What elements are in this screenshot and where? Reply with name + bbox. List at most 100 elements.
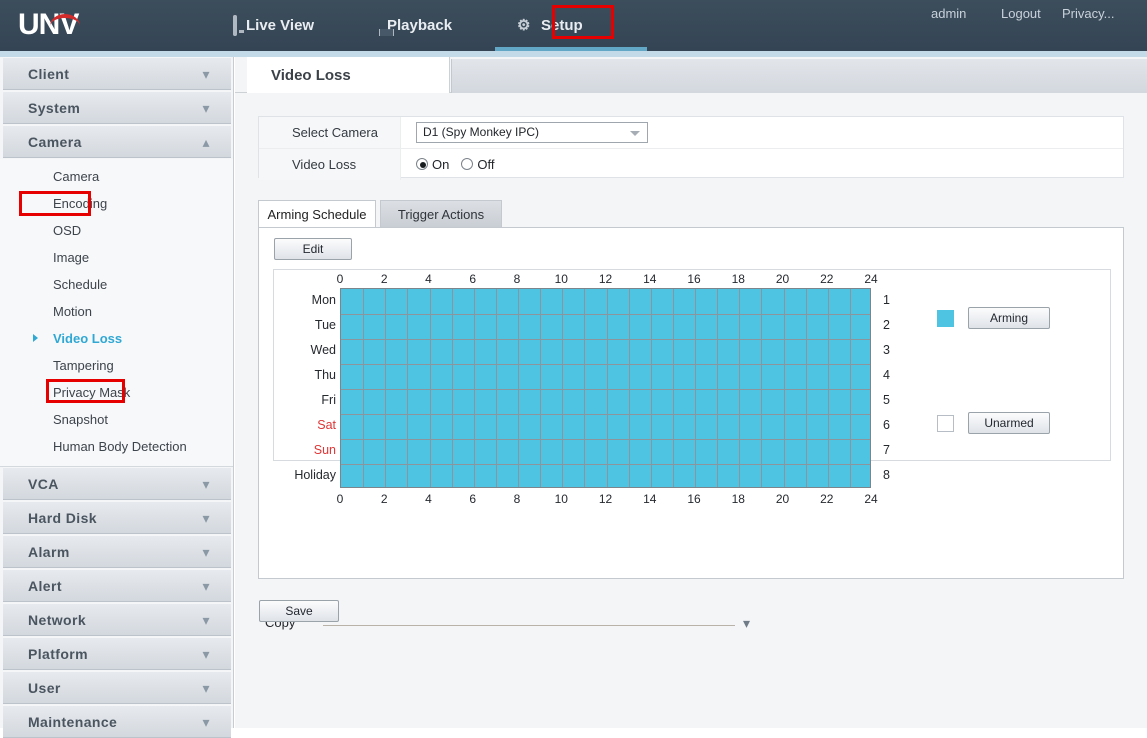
nav-setup[interactable]: ⚙ Setup <box>517 0 583 51</box>
nav-live-view[interactable]: Live View <box>233 0 314 51</box>
sidebar-group-platform-label: Platform <box>28 645 88 662</box>
schedule-hour-label: 6 <box>469 272 477 286</box>
nav-playback[interactable]: Playback <box>378 0 452 51</box>
sidebar-group-hard-disk[interactable]: Hard Disk ▾ <box>3 501 231 534</box>
schedule-hour-label: 16 <box>687 272 701 286</box>
grid-line-vertical <box>562 289 564 487</box>
sidebar-group-system[interactable]: System ▾ <box>3 91 231 124</box>
grid-line-vertical <box>628 289 630 487</box>
arming-schedule-panel: Edit 0 2 4 6 8 10 12 14 16 18 20 22 24 Mon Tue Wed Thu F… <box>258 227 1124 579</box>
schedule-grid[interactable] <box>340 288 871 488</box>
schedule-row-number: 8 <box>883 468 890 482</box>
chevron-down-icon: ▾ <box>202 100 210 116</box>
save-button-label: Save <box>285 604 313 618</box>
radio-on-icon <box>416 158 428 170</box>
legend-button-arming[interactable]: Arming <box>968 307 1050 329</box>
tab-strip-filler <box>451 59 1147 93</box>
select-camera-selected-value: D1 (Spy Monkey IPC) <box>423 125 540 139</box>
copy-row: Copy ▾ <box>265 615 965 635</box>
chevron-down-icon: ▾ <box>202 578 210 594</box>
sidebar-group-camera-label: Camera <box>28 133 82 150</box>
grid-line-vertical <box>363 289 365 487</box>
edit-button-label: Edit <box>302 242 324 256</box>
sidebar: Client ▾ System ▾ Camera ▴ Camera Encodi… <box>0 57 234 738</box>
schedule-hour-label: 20 <box>775 492 790 506</box>
sidebar-group-platform[interactable]: Platform ▾ <box>3 637 231 670</box>
schedule-hour-label: 8 <box>513 272 521 286</box>
sidebar-group-vca[interactable]: VCA ▾ <box>3 467 231 500</box>
page-title: Video Loss <box>271 66 351 84</box>
chevron-down-icon: ▾ <box>202 612 210 628</box>
chevron-down-icon[interactable]: ▾ <box>743 615 750 632</box>
save-button[interactable]: Save <box>259 600 339 622</box>
tab-arming-schedule[interactable]: Arming Schedule <box>258 200 376 227</box>
nav-live-view-label: Live View <box>246 17 315 34</box>
legend-swatch-arming <box>937 310 954 327</box>
schedule-row-number: 1 <box>883 293 890 307</box>
tab-arming-schedule-label: Arming Schedule <box>267 206 367 222</box>
page-tab-strip: Video Loss <box>235 57 1147 93</box>
sidebar-group-user[interactable]: User ▾ <box>3 671 231 704</box>
unv-logo: UNV <box>18 8 98 44</box>
sidebar-item-snapshot[interactable]: Snapshot <box>0 406 233 433</box>
sidebar-item-image[interactable]: Image <box>0 244 233 271</box>
schedule-hour-label: 12 <box>598 492 613 506</box>
schedule-hour-label: 16 <box>687 492 701 506</box>
schedule-day-label: Fri <box>321 393 336 407</box>
sidebar-item-osd[interactable]: OSD <box>0 217 233 244</box>
schedule-row-number: 4 <box>883 368 890 382</box>
sidebar-item-label: Privacy Mask <box>53 385 131 400</box>
sidebar-item-label: Image <box>53 250 90 265</box>
privacy-link[interactable]: Privacy... <box>1062 6 1115 26</box>
sidebar-group-maintenance[interactable]: Maintenance ▾ <box>3 705 231 738</box>
sidebar-group-client[interactable]: Client ▾ <box>3 57 231 90</box>
chevron-up-icon: ▴ <box>202 134 210 150</box>
sidebar-item-label: Video Loss <box>53 331 123 346</box>
sidebar-item-video-loss[interactable]: Video Loss <box>0 325 233 352</box>
logout-link[interactable]: Logout <box>1001 6 1041 26</box>
grid-line-vertical <box>606 289 608 487</box>
grid-line-vertical <box>739 289 741 487</box>
nav-playback-label: Playback <box>387 17 453 34</box>
grid-line-horizontal <box>341 389 870 390</box>
sidebar-item-tampering[interactable]: Tampering <box>0 352 233 379</box>
grid-line-vertical <box>429 289 431 487</box>
schedule-day-label: Tue <box>314 318 336 332</box>
chevron-down-icon: ▾ <box>202 714 210 730</box>
schedule-hour-label: 4 <box>425 272 432 286</box>
grid-line-vertical <box>672 289 674 487</box>
grid-line-vertical <box>805 289 807 487</box>
sidebar-item-human-body-detection[interactable]: Human Body Detection <box>0 433 233 460</box>
copy-divider <box>323 625 735 626</box>
chevron-down-icon: ▾ <box>202 646 210 662</box>
sidebar-group-alarm[interactable]: Alarm ▾ <box>3 535 231 568</box>
radio-video-loss-off[interactable]: Off <box>461 157 494 172</box>
edit-button[interactable]: Edit <box>274 238 352 260</box>
schedule-hour-label: 10 <box>554 272 568 286</box>
schedule-hour-label: 8 <box>513 492 521 506</box>
sidebar-group-network[interactable]: Network ▾ <box>3 603 231 636</box>
sidebar-group-alert[interactable]: Alert ▾ <box>3 569 231 602</box>
grid-line-horizontal <box>341 364 870 365</box>
sidebar-item-motion[interactable]: Motion <box>0 298 233 325</box>
schedule-hour-label: 14 <box>643 272 657 286</box>
video-loss-label: Video Loss <box>259 148 401 180</box>
sidebar-item-encoding[interactable]: Encoding <box>0 190 233 217</box>
sidebar-item-privacy-mask[interactable]: Privacy Mask <box>0 379 233 406</box>
radio-video-loss-on[interactable]: On <box>416 157 449 172</box>
sidebar-item-camera[interactable]: Camera <box>0 163 233 190</box>
grid-line-horizontal <box>341 339 870 340</box>
sidebar-item-schedule[interactable]: Schedule <box>0 271 233 298</box>
select-camera-label: Select Camera <box>259 117 401 148</box>
account-username[interactable]: admin <box>931 6 966 26</box>
sidebar-group-camera[interactable]: Camera ▴ <box>3 125 231 158</box>
schedule-day-label: Sun <box>313 443 336 457</box>
select-camera-dropdown[interactable]: D1 (Spy Monkey IPC) <box>416 122 648 143</box>
grid-line-vertical <box>407 289 409 487</box>
legend-button-unarmed[interactable]: Unarmed <box>968 412 1050 434</box>
radio-on-label: On <box>432 156 450 172</box>
tab-trigger-actions[interactable]: Trigger Actions <box>380 200 502 227</box>
legend-arming-label: Arming <box>989 311 1028 325</box>
main-content: Video Loss Select Camera D1 (Spy Monkey … <box>235 57 1147 728</box>
tab-video-loss[interactable]: Video Loss <box>247 57 450 93</box>
